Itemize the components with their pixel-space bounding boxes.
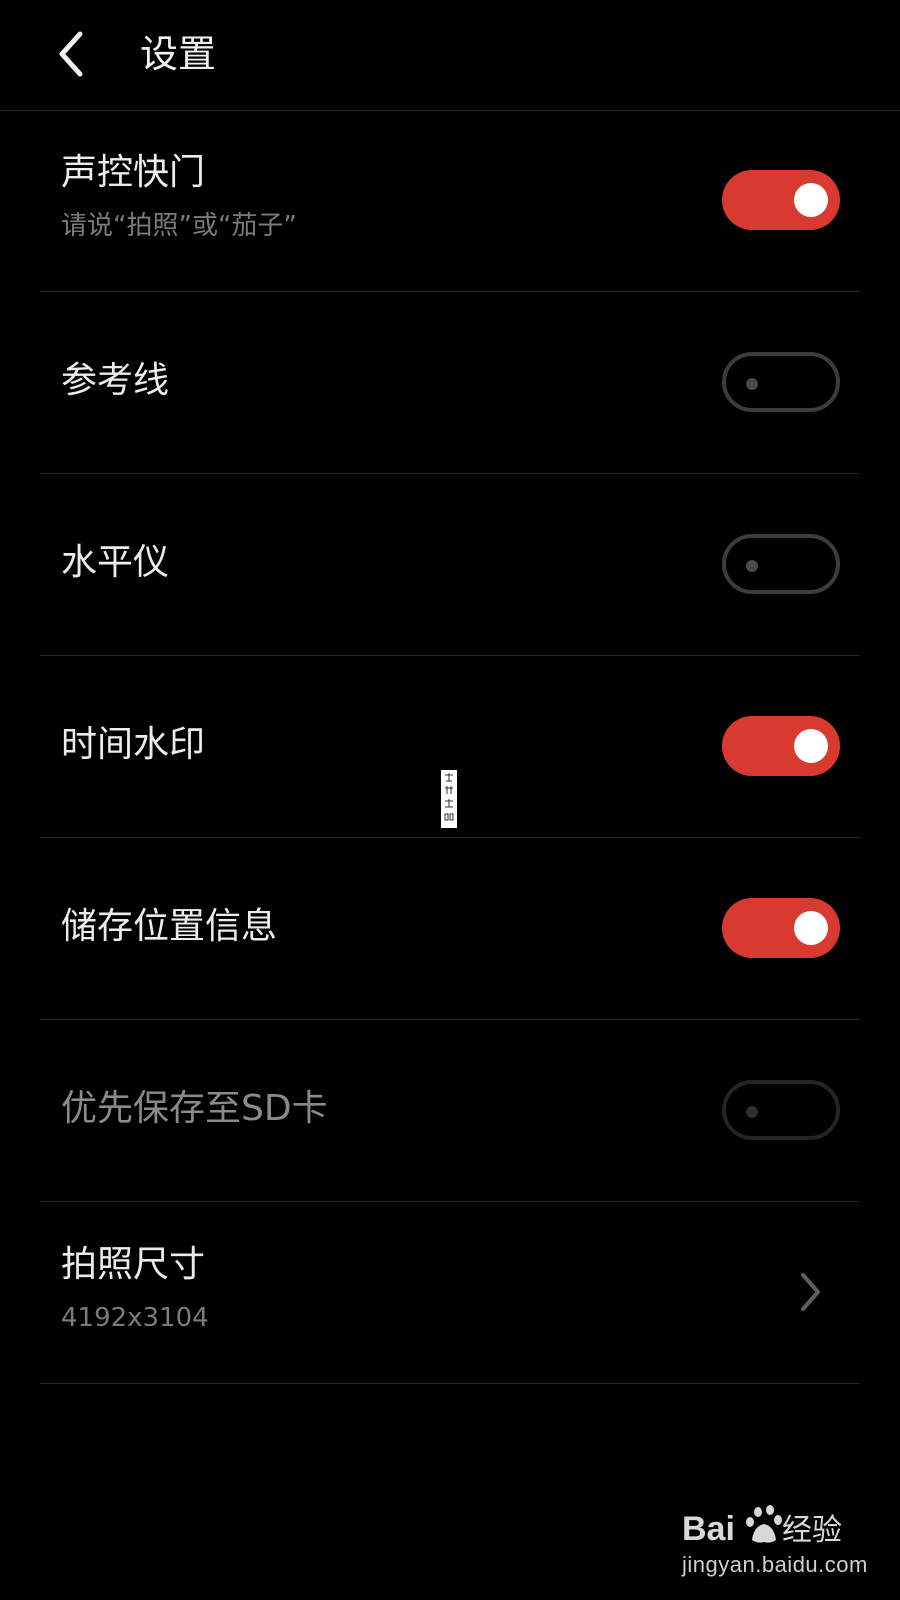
setting-label: 拍照尺寸 [61, 1244, 206, 1285]
setting-label: 优先保存至SD卡 [61, 1088, 328, 1129]
gridlines-toggle[interactable] [722, 352, 840, 412]
page-title: 设置 [140, 32, 217, 76]
app-header: 设置 [0, 0, 900, 111]
chevron-left-icon [59, 31, 83, 77]
setting-row-photo-size[interactable]: 拍照尺寸 4192x3104 [40, 1202, 860, 1384]
time-watermark-toggle[interactable] [722, 716, 840, 776]
setting-label: 时间水印 [61, 724, 206, 765]
setting-label: 储存位置信息 [61, 906, 278, 947]
voice-shutter-toggle[interactable] [722, 170, 840, 230]
setting-row-voice-shutter[interactable]: 声控快门 请说“拍照”或“茄子” [40, 110, 860, 292]
setting-row-save-location[interactable]: 储存位置信息 [40, 838, 860, 1020]
setting-label: 参考线 [61, 360, 170, 401]
svg-text:经验: 经验 [782, 1513, 842, 1548]
svg-text:Bai: Bai [682, 1510, 735, 1548]
baidu-jingyan-watermark: Bai 经验 jingyan.baidu.com [682, 1502, 868, 1582]
setting-label: 声控快门 [61, 152, 206, 193]
toggle-knob [746, 1106, 758, 1118]
setting-sublabel: 请说“拍照”或“茄子” [61, 211, 297, 241]
setting-row-level[interactable]: 水平仪 [40, 474, 860, 656]
seal-stamp [441, 770, 457, 828]
toggle-knob [794, 183, 828, 217]
watermark-url: jingyan.baidu.com [682, 1552, 868, 1577]
toggle-knob [794, 729, 828, 763]
save-to-sd-toggle [722, 1080, 840, 1140]
setting-sublabel: 4192x3104 [61, 1303, 209, 1333]
settings-list: 声控快门 请说“拍照”或“茄子” 参考线 水平仪 时间水印 储存位置信息 优先保… [40, 110, 860, 1384]
toggle-knob [794, 911, 828, 945]
save-location-toggle[interactable] [722, 898, 840, 958]
chevron-right-icon [801, 1273, 820, 1311]
toggle-knob [746, 560, 758, 572]
baidu-logo: Bai 经验 [682, 1505, 842, 1548]
toggle-knob [746, 378, 758, 390]
level-toggle[interactable] [722, 534, 840, 594]
stamp-glyphs [444, 773, 454, 821]
setting-row-gridlines[interactable]: 参考线 [40, 292, 860, 474]
setting-label: 水平仪 [61, 542, 170, 583]
setting-row-save-to-sd: 优先保存至SD卡 [40, 1020, 860, 1202]
back-button[interactable] [40, 22, 104, 86]
